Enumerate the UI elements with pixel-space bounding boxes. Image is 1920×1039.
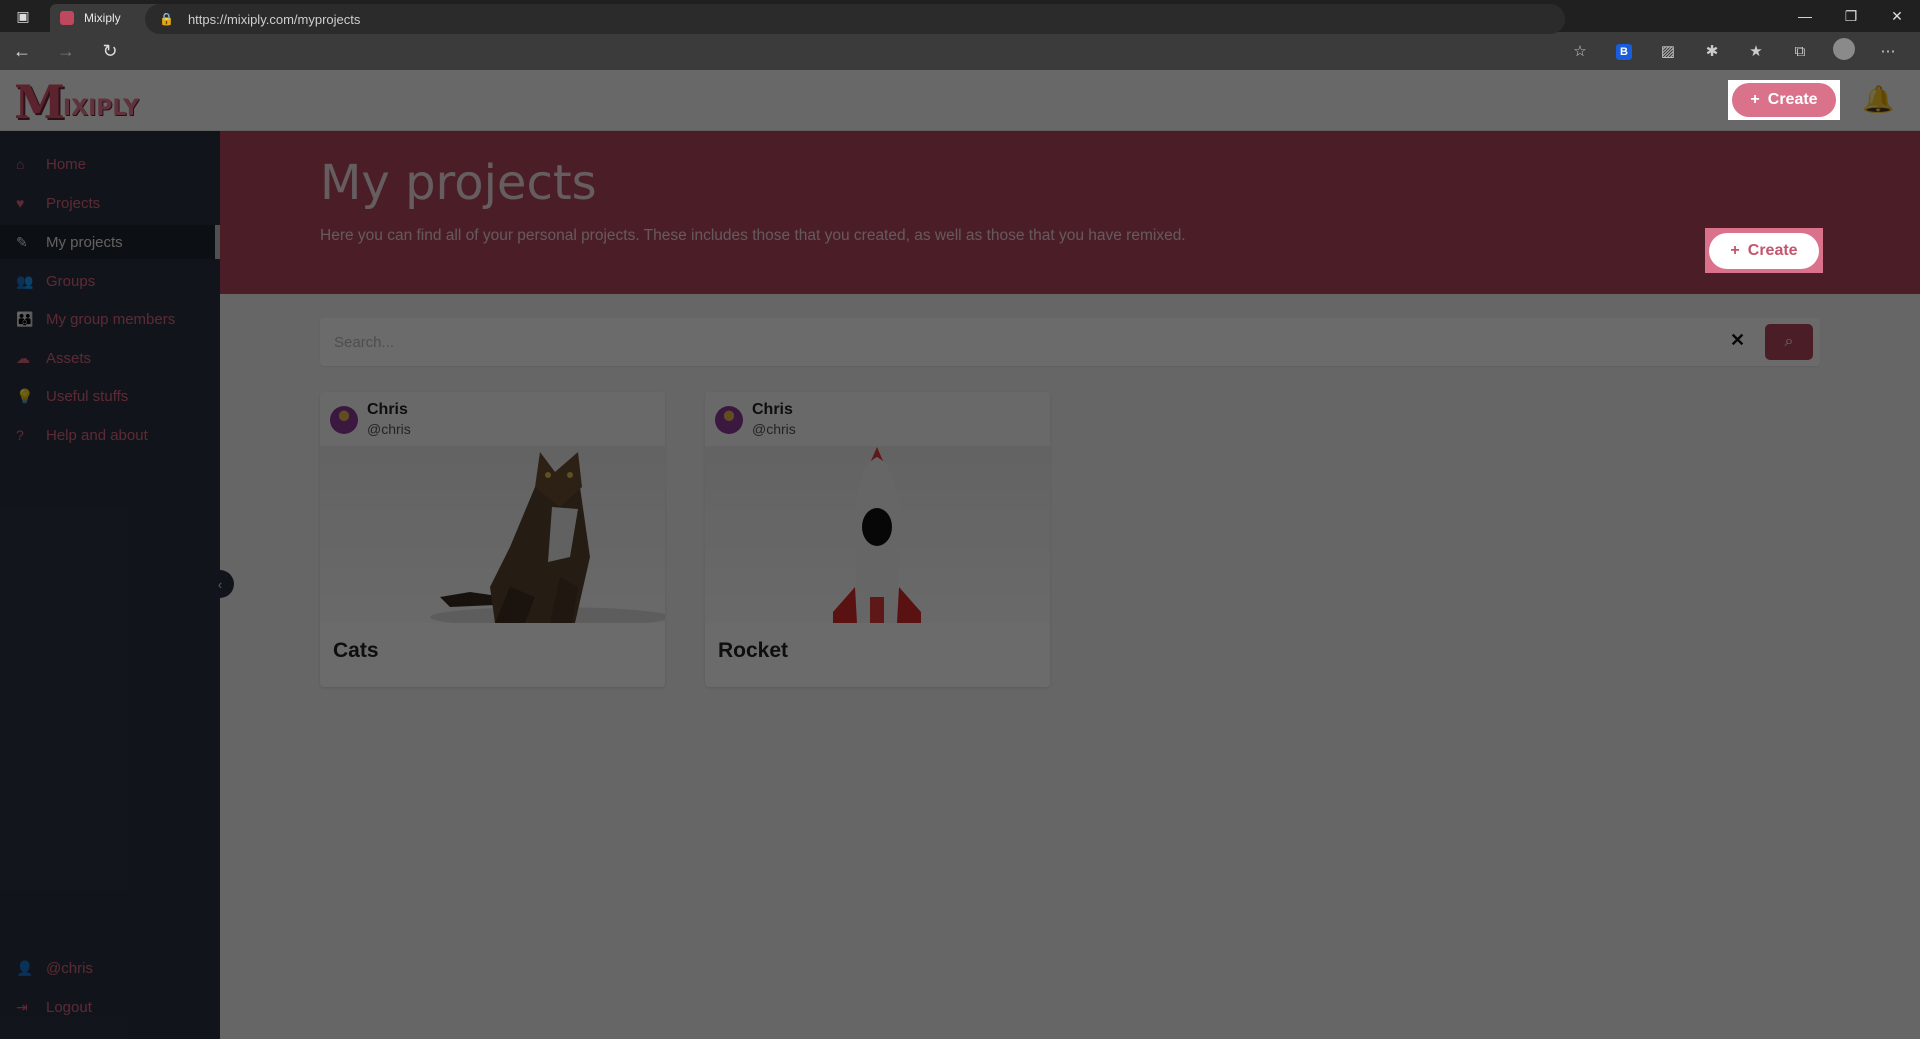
plus-icon: +: [1750, 91, 1760, 108]
page-banner: My projects Here you can find all of you…: [220, 131, 1920, 294]
sidebar-item-logout[interactable]: ⇥ Logout: [0, 990, 220, 1024]
profile-icon[interactable]: [1822, 38, 1866, 64]
collections-icon[interactable]: ⧉: [1778, 43, 1822, 60]
search-button[interactable]: ⌕: [1765, 324, 1813, 360]
favorites-icon[interactable]: ★: [1734, 42, 1778, 60]
tab-actions-icon[interactable]: ▣: [0, 0, 46, 32]
project-title[interactable]: Cats: [333, 639, 379, 663]
project-thumbnail-rocket[interactable]: [705, 447, 1050, 623]
sidebar-collapse-button[interactable]: ‹: [206, 570, 234, 598]
restore-icon[interactable]: ❐: [1828, 0, 1874, 32]
extensions-icon[interactable]: ✱: [1690, 42, 1734, 60]
users-icon: 👥: [16, 272, 34, 289]
bitwarden-icon[interactable]: B: [1602, 42, 1646, 60]
refresh-icon[interactable]: ↻: [88, 32, 132, 70]
search-input[interactable]: [334, 328, 1714, 356]
forward-icon[interactable]: →: [44, 32, 88, 70]
more-icon[interactable]: ⋯: [1866, 42, 1910, 60]
minimize-icon[interactable]: —: [1782, 0, 1828, 32]
author-handle: @chris: [367, 421, 411, 437]
project-title[interactable]: Rocket: [718, 639, 788, 663]
project-thumbnail-cat[interactable]: [320, 447, 665, 623]
author-handle: @chris: [752, 421, 796, 437]
avatar: [330, 406, 358, 434]
heart-icon: ♥: [16, 195, 25, 211]
home-icon: ⌂: [16, 156, 25, 172]
sidebar-item-home[interactable]: ⌂ Home: [0, 147, 220, 181]
question-icon: ?: [16, 427, 24, 443]
bulb-icon: 💡: [16, 387, 34, 404]
avatar: [715, 406, 743, 434]
url-bar[interactable]: 🔒 https://mixiply.com/myprojects: [145, 4, 1565, 34]
sidebar-item-projects[interactable]: ♥ Projects: [0, 186, 220, 220]
group-icon: 👪: [16, 310, 34, 327]
bell-icon[interactable]: 🔔: [1862, 84, 1894, 115]
page-title: My projects: [320, 155, 597, 211]
sidebar-item-assets[interactable]: ☁ Assets: [0, 341, 220, 375]
user-icon: 👤: [16, 959, 34, 976]
banner-create-button[interactable]: + Create: [1709, 232, 1819, 269]
sidebar-item-group-members[interactable]: 👪 My group members: [0, 302, 220, 336]
card-author-header: Chris @chris: [320, 392, 665, 447]
project-card-rocket[interactable]: Chris @chris Rocket: [705, 392, 1050, 687]
logout-icon: ⇥: [16, 998, 28, 1015]
search-bar: ✕ ⌕: [320, 318, 1820, 366]
banner-create-highlight: + Create: [1705, 228, 1823, 273]
card-author-header: Chris @chris: [705, 392, 1050, 447]
image-icon[interactable]: ▨: [1646, 42, 1690, 60]
mixiply-logo[interactable]: M IXIPLY: [14, 76, 139, 125]
tab-title: Mixiply: [84, 11, 121, 25]
favorite-add-icon[interactable]: ☆: [1558, 42, 1602, 60]
search-icon: ⌕: [1784, 333, 1794, 350]
lock-icon: 🔒: [159, 12, 174, 26]
header-create-button[interactable]: + Create: [1732, 83, 1836, 117]
browser-extensions: ☆ B ▨ ✱ ★ ⧉ ⋯: [1558, 32, 1910, 70]
sidebar-item-help[interactable]: ? Help and about: [0, 418, 220, 452]
plus-icon: +: [1730, 241, 1740, 259]
window-controls: — ❐ ✕: [1782, 0, 1920, 32]
project-card-cats[interactable]: Chris @chris Cats: [320, 392, 665, 687]
sidebar-item-user[interactable]: 👤 @chris: [0, 951, 220, 985]
clear-search-icon[interactable]: ✕: [1730, 330, 1745, 351]
author-name: Chris: [367, 401, 408, 418]
sidebar-item-my-projects[interactable]: ✎ My projects: [0, 225, 220, 259]
close-window-icon[interactable]: ✕: [1874, 0, 1920, 32]
sidebar-item-useful-stuffs[interactable]: 💡 Useful stuffs: [0, 379, 220, 413]
author-name: Chris: [752, 401, 793, 418]
header-create-highlight: + Create: [1728, 80, 1840, 120]
app-header: M IXIPLY: [0, 70, 1920, 131]
sidebar-item-groups[interactable]: 👥 Groups: [0, 264, 220, 298]
url-text: https://mixiply.com/myprojects: [187, 11, 361, 27]
favicon-icon: [60, 11, 74, 25]
page-description: Here you can find all of your personal p…: [320, 227, 1186, 244]
brush-icon: ✎: [16, 233, 28, 250]
back-icon[interactable]: ←: [0, 32, 44, 70]
sidebar: ⌂ Home ♥ Projects ✎ My projects 👥 Groups…: [0, 131, 220, 1039]
chevron-left-icon: ‹: [217, 576, 223, 592]
cloud-icon: ☁: [16, 349, 30, 366]
